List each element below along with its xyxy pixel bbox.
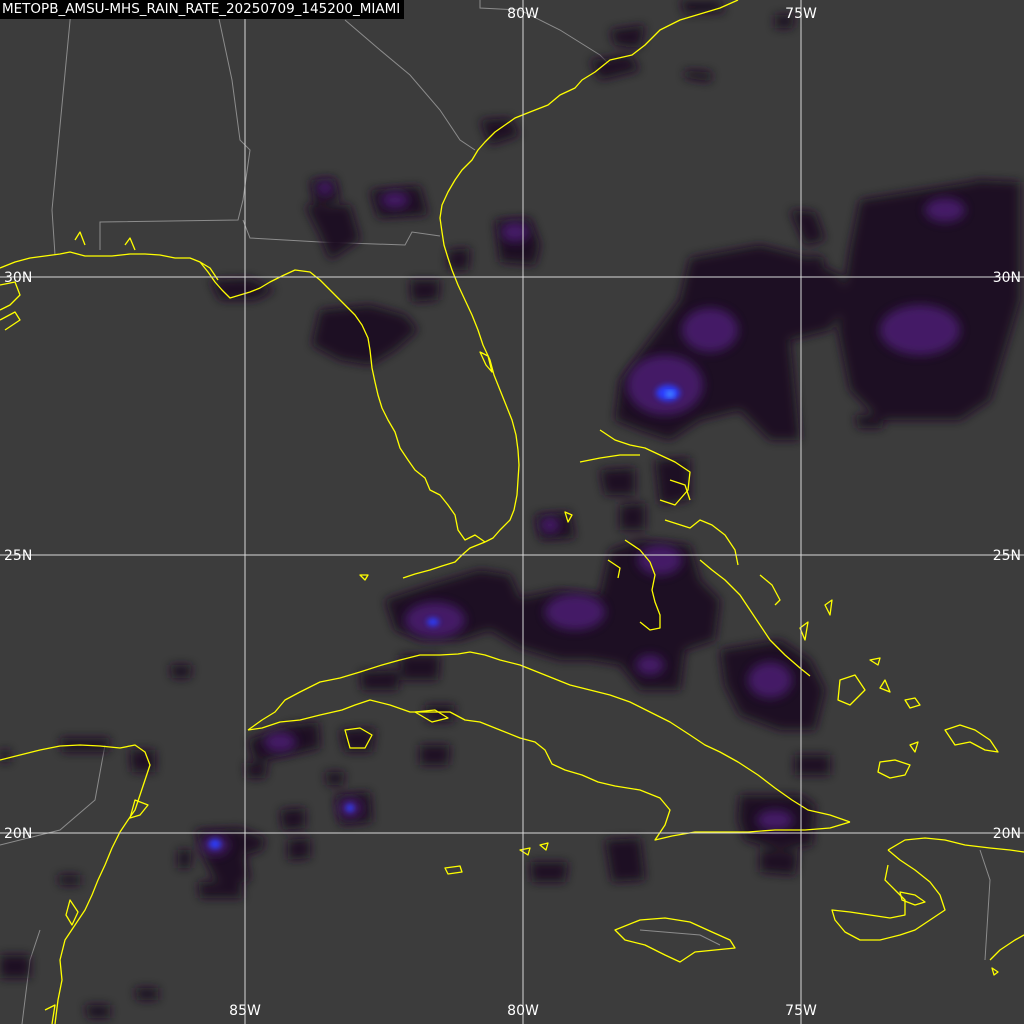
- lon-label-bottom-75w: 75W: [785, 1003, 817, 1019]
- product-title: METOPB_AMSU-MHS_RAIN_RATE_20250709_14520…: [0, 0, 405, 19]
- lat-label-right-25n: 25N: [993, 548, 1021, 564]
- lon-label-top-75w: 75W: [785, 6, 817, 22]
- map-background: [0, 0, 1024, 1024]
- lon-label-top-80w: 80W: [507, 6, 539, 22]
- lon-label-bottom-80w: 80W: [507, 1003, 539, 1019]
- satellite-rain-rate-map[interactable]: 80W 75W 85W 80W 75W 30N 25N 20N 30N 25N …: [0, 0, 1024, 1024]
- lat-label-right-20n: 20N: [993, 826, 1021, 842]
- lat-label-left-25n: 25N: [4, 548, 32, 564]
- lat-label-left-20n: 20N: [4, 826, 32, 842]
- lat-label-left-30n: 30N: [4, 270, 32, 286]
- lat-label-right-30n: 30N: [993, 270, 1021, 286]
- lon-label-bottom-85w: 85W: [229, 1003, 261, 1019]
